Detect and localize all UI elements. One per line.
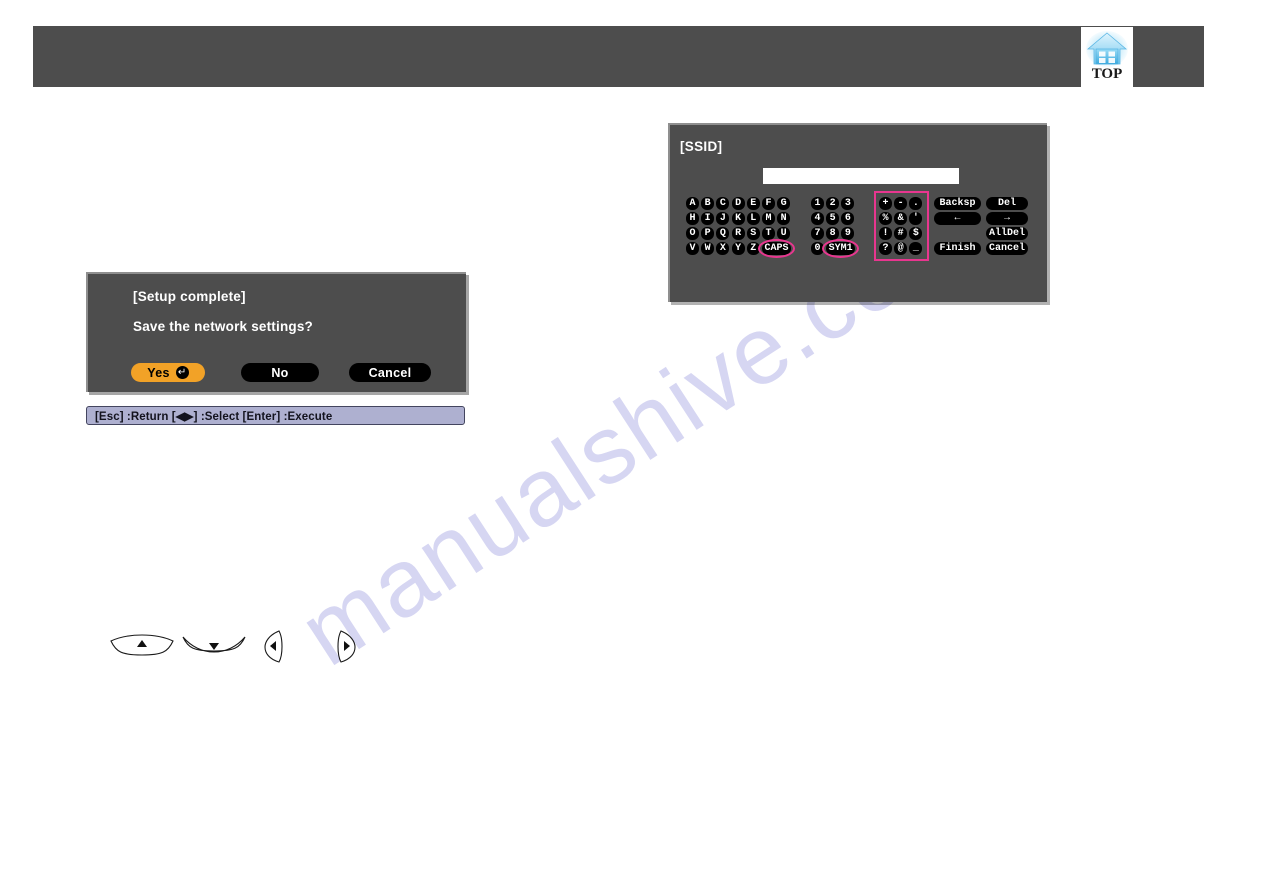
key-number-1[interactable]: 1 (811, 197, 824, 210)
enter-key-icon: ↵ (175, 366, 189, 379)
ssid-text-input[interactable] (763, 168, 959, 184)
key-letter-v[interactable]: V (686, 242, 699, 255)
no-button[interactable]: No (241, 363, 319, 382)
key-symbol-period[interactable]: . (909, 197, 923, 210)
dialog-question: Save the network settings? (133, 319, 313, 334)
key-backspace[interactable]: Backsp (934, 197, 981, 210)
key-letter-q[interactable]: Q (716, 227, 730, 240)
key-letter-f[interactable]: F (762, 197, 775, 210)
ssid-panel-title: [SSID] (680, 139, 723, 154)
key-number-4[interactable]: 4 (811, 212, 824, 225)
key-letter-e[interactable]: E (746, 197, 760, 210)
setup-complete-dialog: [Setup complete] Save the network settin… (86, 272, 466, 392)
key-delete[interactable]: Del (986, 197, 1028, 210)
key-letter-s[interactable]: S (746, 227, 760, 240)
key-number-6[interactable]: 6 (841, 212, 855, 225)
key-caps[interactable]: CAPS (762, 242, 791, 255)
status-bar: [Esc] :Return [◀▶] :Select [Enter] :Exec… (86, 406, 465, 425)
key-letter-w[interactable]: W (701, 242, 715, 255)
remote-direction-buttons (108, 628, 378, 668)
dialog-button-row: Yes ↵ No Cancel (131, 363, 451, 383)
top-button-label: TOP (1091, 66, 1123, 82)
key-letter-d[interactable]: D (731, 197, 745, 210)
yes-button-label: Yes (147, 365, 170, 380)
ssid-keyboard-panel: [SSID] A B C D E F G H I J K L M N O P Q R S T U V W X Y Z CAPS 1 2 3… (668, 123, 1047, 302)
key-letter-j[interactable]: J (716, 212, 730, 225)
key-letter-i[interactable]: I (701, 212, 715, 225)
key-all-delete[interactable]: AllDel (986, 227, 1028, 240)
key-number-8[interactable]: 8 (826, 227, 840, 240)
yes-button[interactable]: Yes ↵ (131, 363, 205, 382)
cancel-button[interactable]: Cancel (349, 363, 431, 382)
key-letter-m[interactable]: M (762, 212, 775, 225)
down-arrow-button[interactable] (180, 632, 248, 665)
key-letter-t[interactable]: T (762, 227, 775, 240)
key-symbol-underscore[interactable]: _ (909, 242, 923, 255)
key-number-9[interactable]: 9 (841, 227, 855, 240)
key-symbol-dollar[interactable]: $ (909, 227, 923, 240)
key-letter-r[interactable]: R (731, 227, 745, 240)
key-arrow-right[interactable]: → (986, 212, 1028, 225)
key-number-2[interactable]: 2 (826, 197, 840, 210)
key-symbol-apostrophe[interactable]: ' (909, 212, 923, 225)
key-letter-z[interactable]: Z (746, 242, 760, 255)
key-number-7[interactable]: 7 (811, 227, 824, 240)
left-arrow-button[interactable] (260, 628, 288, 669)
key-arrow-left[interactable]: ← (934, 212, 981, 225)
header-bar (33, 26, 1204, 87)
key-letter-a[interactable]: A (686, 197, 699, 210)
key-sym1[interactable]: SYM1 (826, 242, 856, 255)
right-arrow-button[interactable] (332, 628, 360, 669)
key-letter-o[interactable]: O (686, 227, 699, 240)
key-letter-n[interactable]: N (777, 212, 791, 225)
key-letter-x[interactable]: X (716, 242, 730, 255)
dialog-title: [Setup complete] (133, 289, 246, 304)
key-letter-u[interactable]: U (777, 227, 791, 240)
key-number-0[interactable]: 0 (811, 242, 824, 255)
key-letter-y[interactable]: Y (731, 242, 745, 255)
key-symbol-plus[interactable]: + (879, 197, 892, 210)
key-symbol-percent[interactable]: % (879, 212, 892, 225)
key-letter-g[interactable]: G (777, 197, 791, 210)
key-letter-h[interactable]: H (686, 212, 699, 225)
key-letter-p[interactable]: P (701, 227, 715, 240)
key-finish[interactable]: Finish (934, 242, 981, 255)
key-symbol-minus[interactable]: - (894, 197, 908, 210)
key-letter-b[interactable]: B (701, 197, 715, 210)
up-arrow-button[interactable] (108, 632, 176, 665)
top-navigation-button[interactable]: TOP (1081, 27, 1133, 87)
key-number-5[interactable]: 5 (826, 212, 840, 225)
home-house-icon (1085, 30, 1129, 68)
key-letter-k[interactable]: K (731, 212, 745, 225)
key-letter-l[interactable]: L (746, 212, 760, 225)
key-symbol-ampersand[interactable]: & (894, 212, 908, 225)
key-symbol-hash[interactable]: # (894, 227, 908, 240)
key-letter-c[interactable]: C (716, 197, 730, 210)
onscreen-keyboard: A B C D E F G H I J K L M N O P Q R S T U V W X Y Z CAPS 1 2 3 4 5 6 7 8 9 0… (686, 197, 1036, 293)
key-symbol-question[interactable]: ? (879, 242, 892, 255)
key-symbol-at[interactable]: @ (894, 242, 908, 255)
key-number-3[interactable]: 3 (841, 197, 855, 210)
key-cancel[interactable]: Cancel (986, 242, 1028, 255)
key-symbol-exclamation[interactable]: ! (879, 227, 892, 240)
